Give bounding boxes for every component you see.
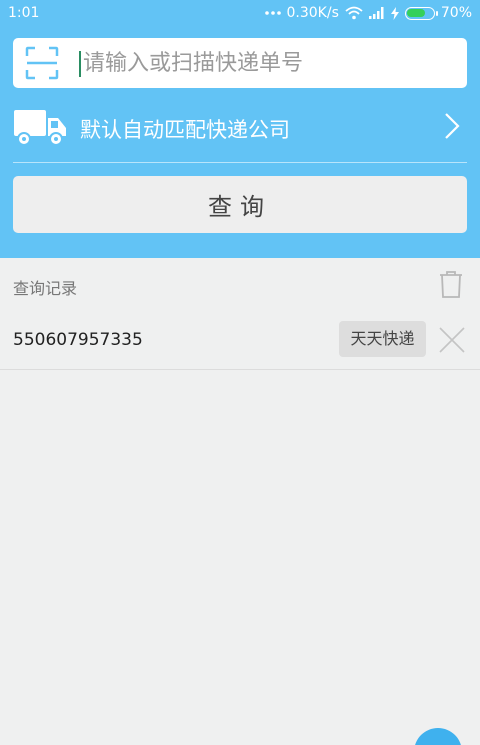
status-time: 1:01 bbox=[8, 5, 40, 21]
history-header: 查询记录 bbox=[0, 258, 480, 310]
trash-icon[interactable] bbox=[438, 269, 464, 299]
query-button[interactable]: 查询 bbox=[13, 176, 467, 233]
text-cursor bbox=[79, 51, 81, 77]
tracking-number-input[interactable] bbox=[83, 38, 453, 88]
network-speed: 0.30K/s bbox=[286, 5, 339, 21]
company-selector[interactable]: 默认自动匹配快递公司 bbox=[0, 100, 480, 156]
history-tracking-number: 550607957335 bbox=[13, 330, 143, 350]
signal-icon bbox=[368, 7, 385, 19]
chevron-right-icon bbox=[444, 112, 460, 140]
history-title: 查询记录 bbox=[13, 279, 78, 298]
history-item[interactable]: 550607957335 天天快递 bbox=[0, 310, 480, 370]
wifi-icon bbox=[345, 6, 363, 20]
battery-fill bbox=[407, 9, 425, 17]
courier-badge: 天天快递 bbox=[339, 321, 426, 357]
floating-action-button[interactable] bbox=[414, 728, 462, 745]
status-bar: 1:01 0.30K/s 70% bbox=[0, 0, 480, 26]
battery-icon bbox=[404, 6, 438, 20]
divider bbox=[13, 162, 467, 163]
truck-icon bbox=[12, 106, 68, 148]
more-dots-icon bbox=[264, 10, 281, 16]
scan-icon[interactable] bbox=[25, 46, 59, 80]
status-indicators: 0.30K/s 70% bbox=[264, 5, 472, 21]
search-box bbox=[13, 38, 467, 88]
close-icon[interactable] bbox=[438, 326, 466, 354]
charging-icon bbox=[390, 6, 399, 20]
battery-percent: 70% bbox=[440, 5, 472, 21]
company-label: 默认自动匹配快递公司 bbox=[80, 118, 290, 142]
